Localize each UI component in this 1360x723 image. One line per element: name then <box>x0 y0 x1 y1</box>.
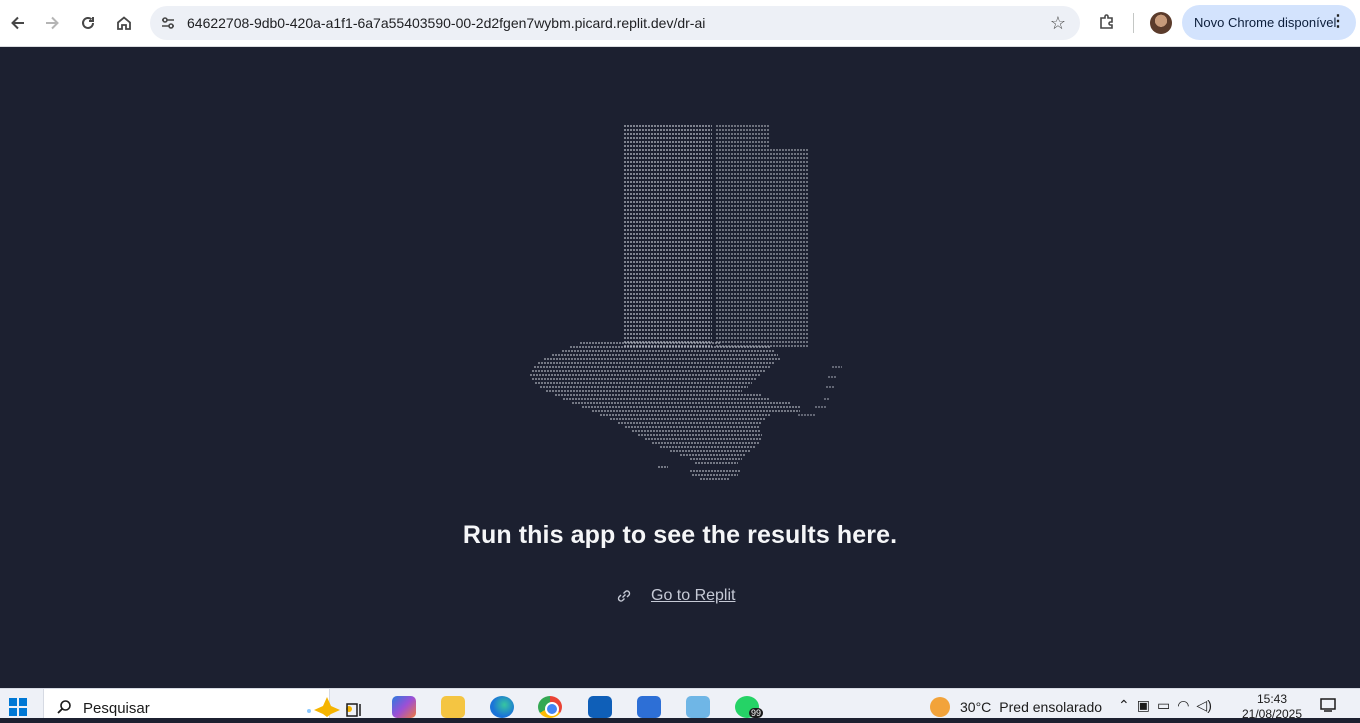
page-content: Run this app to see the results here. Go… <box>0 47 1360 688</box>
taskbar-clock[interactable]: 15:43 21/08/2025 <box>1240 692 1304 722</box>
browser-toolbar: 64622708-9db0-420a-a1f1-6a7a55403590-00-… <box>0 0 1360 47</box>
ascii-art-illustration <box>530 125 842 480</box>
url-text[interactable]: 64622708-9db0-420a-a1f1-6a7a55403590-00-… <box>187 15 705 31</box>
update-label: Novo Chrome disponível <box>1194 15 1337 30</box>
meet-icon[interactable]: ▣ <box>1137 697 1150 714</box>
link-icon <box>617 590 631 602</box>
profile-avatar[interactable] <box>1150 12 1172 34</box>
sun-cloud-icon <box>930 697 950 717</box>
home-button[interactable] <box>106 5 142 41</box>
outlook-icon[interactable] <box>588 696 612 718</box>
home-icon <box>117 16 131 30</box>
weather-desc: Pred ensolarado <box>999 699 1103 715</box>
reload-button[interactable] <box>70 5 106 41</box>
photos-app-icon[interactable] <box>637 696 661 718</box>
taskbar-search[interactable]: Pesquisar <box>43 689 352 718</box>
notepad-icon[interactable] <box>686 696 710 718</box>
bookmark-star-icon[interactable]: ☆ <box>1050 13 1066 34</box>
chrome-browser-icon[interactable] <box>538 696 562 718</box>
forward-button[interactable] <box>34 5 70 41</box>
go-to-replit-link[interactable]: Go to Replit <box>651 587 735 605</box>
clock-time: 15:43 <box>1256 692 1288 706</box>
wifi-icon[interactable]: ◠ <box>1177 697 1189 714</box>
system-tray: ⌃ ▣ ▭ ◠ ◁) <box>1118 697 1212 714</box>
weather-temp: 30°C <box>960 699 992 715</box>
chevron-up-icon[interactable]: ⌃ <box>1118 697 1130 714</box>
windows-taskbar: Pesquisar 99 30°C Pred ensolarado ⌃ ▣ ▭ … <box>0 688 1360 721</box>
ascii-art-lines <box>530 125 842 480</box>
edge-browser-icon[interactable] <box>490 696 514 718</box>
clock-date: 21/08/2025 <box>1241 707 1303 721</box>
run-app-message: Run this app to see the results here. <box>462 521 898 549</box>
tune-icon <box>162 17 174 29</box>
arrow-left-icon <box>11 16 24 30</box>
update-chrome-button[interactable]: Novo Chrome disponível ⋮ <box>1182 5 1356 40</box>
address-bar[interactable]: 64622708-9db0-420a-a1f1-6a7a55403590-00-… <box>150 6 1080 40</box>
whatsapp-icon[interactable]: 99 <box>735 696 764 718</box>
reload-icon <box>82 16 94 29</box>
more-vert-icon[interactable]: ⋮ <box>1330 14 1346 30</box>
battery-icon[interactable]: ▭ <box>1157 697 1170 714</box>
site-info-button[interactable] <box>153 8 183 38</box>
windows-start-icon[interactable] <box>9 698 27 716</box>
toolbar-separator <box>1133 13 1134 33</box>
file-explorer-icon[interactable] <box>441 696 465 718</box>
notification-icon[interactable] <box>1320 697 1336 713</box>
extensions-button[interactable] <box>1094 9 1120 35</box>
copilot-app-icon[interactable] <box>392 696 416 718</box>
task-view-icon[interactable] <box>342 696 366 718</box>
back-button[interactable] <box>0 5 36 41</box>
go-to-replit-link-row: Go to Replit <box>615 587 735 605</box>
volume-icon[interactable]: ◁) <box>1196 697 1211 714</box>
weather-widget[interactable]: 30°C Pred ensolarado <box>930 697 1110 717</box>
arrow-right-icon <box>46 16 59 30</box>
puzzle-icon <box>1100 14 1113 29</box>
search-placeholder: Pesquisar <box>83 700 150 717</box>
search-icon <box>57 700 71 714</box>
